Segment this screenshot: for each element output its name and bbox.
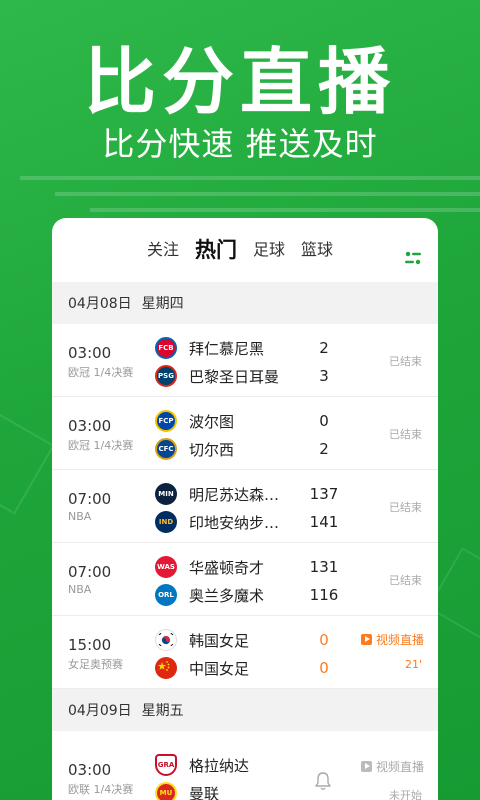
play-icon (360, 634, 372, 645)
home-team-name: 韩国女足 (189, 631, 250, 650)
away-score: 141 (309, 513, 339, 531)
chelsea-logo-icon: CFC (155, 438, 177, 460)
video-live-label: 视频直播 (375, 760, 424, 774)
home-team: GRA 格拉纳达 (155, 753, 289, 777)
magic-logo-icon: ORL (155, 584, 177, 606)
video-live-button[interactable]: 视频直播 (360, 758, 424, 775)
video-live-label: 视频直播 (375, 633, 424, 647)
man-utd-logo-icon: MU (155, 782, 177, 800)
home-score: 137 (309, 485, 339, 503)
date-header: 04月09日 星期五 (52, 689, 438, 731)
home-team: 韩国女足 (155, 628, 289, 652)
granada-logo-icon: GRA (155, 754, 177, 776)
tab-football[interactable]: 足球 (253, 240, 285, 260)
match-time: 07:00 (68, 490, 112, 508)
match-status: 已结束 (389, 574, 422, 587)
away-score: 116 (309, 586, 339, 604)
match-status: 已结束 (389, 355, 422, 368)
away-score: 3 (319, 367, 329, 385)
home-team: FCP 波尔图 (155, 409, 289, 433)
match-row[interactable]: 07:00 NBA MIN 明尼苏达森林狼 IND 印地安纳步行者 137 14… (52, 470, 438, 543)
decor-hexagon (0, 405, 55, 515)
match-status: 已结束 (389, 428, 422, 441)
date-label: 04月09日 (68, 703, 132, 719)
bayern-logo-icon: FCB (155, 337, 177, 359)
porto-logo-icon: FCP (155, 410, 177, 432)
date-header: 04月08日 星期四 (52, 282, 438, 324)
match-time: 03:00 (68, 417, 112, 435)
away-team-name: 切尔西 (189, 440, 235, 459)
bell-icon[interactable] (314, 771, 332, 791)
home-score: 2 (319, 339, 329, 357)
home-team: MIN 明尼苏达森林狼 (155, 482, 289, 506)
home-team: WAS 华盛顿奇才 (155, 555, 289, 579)
korea-flag-icon (155, 629, 177, 651)
match-time: 03:00 (68, 761, 112, 779)
away-team: 中国女足 (155, 656, 289, 680)
home-team-name: 华盛顿奇才 (189, 558, 265, 577)
away-team: MU 曼联 (155, 781, 289, 800)
filter-icon[interactable] (404, 251, 422, 265)
match-time: 03:00 (68, 344, 112, 362)
away-team-name: 曼联 (189, 784, 220, 800)
away-team-name: 印地安纳步行者 (189, 513, 289, 532)
match-league: 欧冠 1/4决赛 (68, 366, 134, 379)
tab-hot[interactable]: 热门 (195, 240, 237, 261)
home-score: 131 (309, 558, 339, 576)
weekday-label: 星期四 (141, 296, 184, 312)
away-team-name: 巴黎圣日耳曼 (189, 367, 280, 386)
match-status: 未开始 (389, 789, 422, 800)
match-league: 女足奥预赛 (68, 658, 123, 671)
play-icon (360, 761, 372, 772)
match-row[interactable]: 07:00 NBA WAS 华盛顿奇才 ORL 奥兰多魔术 131 116 已结… (52, 543, 438, 616)
home-score: 0 (319, 412, 329, 430)
away-team: IND 印地安纳步行者 (155, 510, 289, 534)
hero-subtitle: 比分快速 推送及时 (102, 125, 378, 163)
match-row[interactable]: 15:00 女足奥预赛 韩国女足 中国女足 0 0 视频直播 21' (52, 616, 438, 689)
tab-basketball[interactable]: 篮球 (301, 240, 333, 260)
home-team-name: 波尔图 (189, 412, 235, 431)
home-team-name: 格拉纳达 (189, 756, 250, 775)
score-card: 关注 热门 足球 篮球 04月08日 星期四 03:00 欧冠 1/4决赛 FC… (52, 218, 438, 800)
weekday-label: 星期五 (141, 703, 184, 719)
away-team-name: 中国女足 (189, 659, 250, 678)
home-team-name: 拜仁慕尼黑 (189, 339, 265, 358)
match-time: 07:00 (68, 563, 112, 581)
away-team: ORL 奥兰多魔术 (155, 583, 289, 607)
match-league: 欧冠 1/4决赛 (68, 439, 134, 452)
psg-logo-icon: PSG (155, 365, 177, 387)
match-time: 15:00 (68, 636, 112, 654)
match-row[interactable]: 03:00 欧冠 1/4决赛 FCB 拜仁慕尼黑 PSG 巴黎圣日耳曼 2 3 … (52, 324, 438, 397)
tab-follow[interactable]: 关注 (147, 240, 179, 260)
timberwolves-logo-icon: MIN (155, 483, 177, 505)
match-minute: 21' (404, 658, 422, 671)
china-flag-icon (155, 657, 177, 679)
away-team: CFC 切尔西 (155, 437, 289, 461)
hero-banner: 比分直播 比分快速 推送及时 (0, 0, 480, 210)
match-row[interactable]: 03:00 欧联 1/4决赛 GRA 格拉纳达 MU 曼联 视频直播 未开始 (52, 731, 438, 800)
away-team-name: 奥兰多魔术 (189, 586, 265, 605)
home-team: FCB 拜仁慕尼黑 (155, 336, 289, 360)
video-live-button[interactable]: 视频直播 (360, 631, 424, 648)
wizards-logo-icon: WAS (155, 556, 177, 578)
match-league: NBA (68, 510, 92, 523)
home-team-name: 明尼苏达森林狼 (189, 485, 289, 504)
date-label: 04月08日 (68, 296, 132, 312)
hero-title: 比分直播 (83, 40, 396, 124)
match-league: 欧联 1/4决赛 (68, 783, 134, 796)
away-team: PSG 巴黎圣日耳曼 (155, 364, 289, 388)
away-score: 2 (319, 440, 329, 458)
pacers-logo-icon: IND (155, 511, 177, 533)
match-status: 已结束 (389, 501, 422, 514)
match-league: NBA (68, 583, 92, 596)
home-score: 0 (319, 631, 329, 649)
match-row[interactable]: 03:00 欧冠 1/4决赛 FCP 波尔图 CFC 切尔西 0 2 已结束 (52, 397, 438, 470)
away-score: 0 (319, 659, 329, 677)
tab-bar: 关注 热门 足球 篮球 (52, 218, 438, 282)
